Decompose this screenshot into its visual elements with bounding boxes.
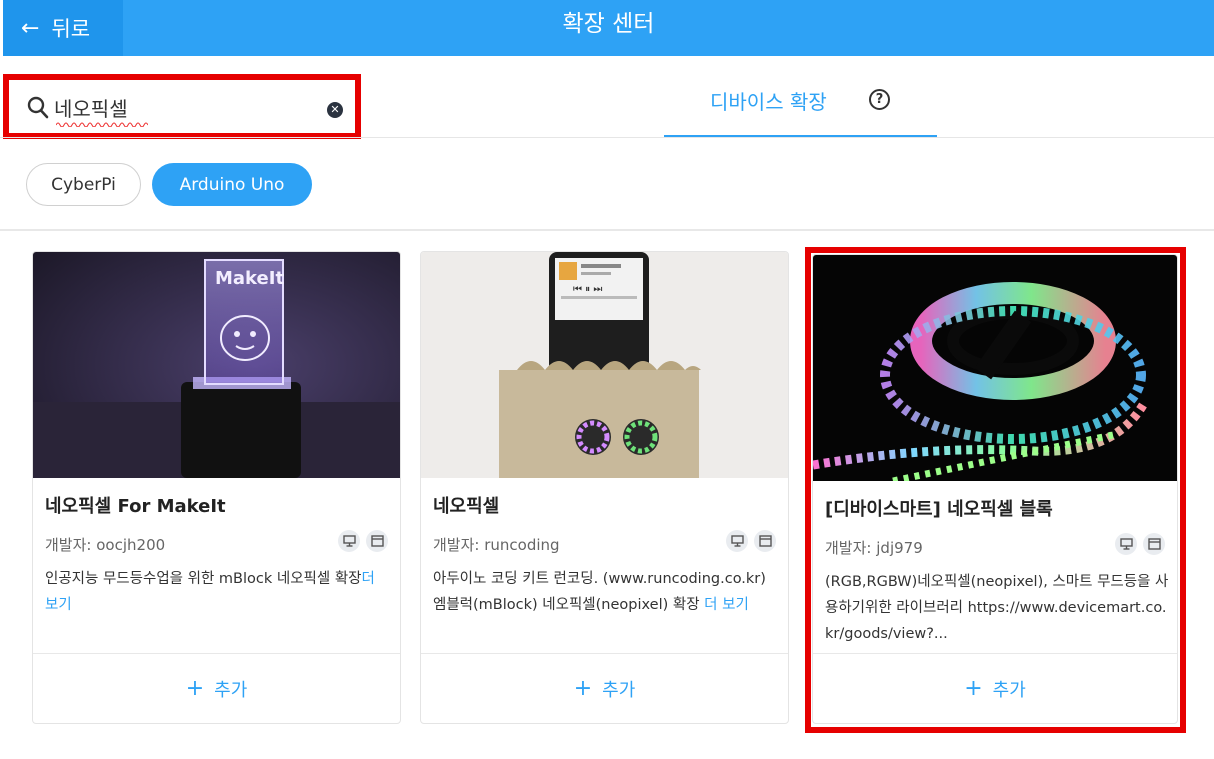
svg-text:MakeIt: MakeIt (215, 268, 284, 289)
tab-device-extensions[interactable]: 디바이스 확장 ? (664, 74, 937, 138)
desktop-icon (1115, 533, 1137, 555)
card-title: [디바이스마트] 네오픽셀 블록 (825, 499, 1053, 520)
search-input[interactable] (54, 90, 304, 124)
header-bar: ← 뒤로 확장 센터 (3, 0, 1214, 56)
page-title: 확장 센터 (562, 11, 655, 37)
search-icon (27, 96, 49, 119)
add-label: 추가 (602, 679, 636, 701)
add-button[interactable]: + 추가 (813, 653, 1177, 723)
back-label: 뒤로 (51, 17, 91, 41)
developer-name: jdj979 (876, 539, 923, 557)
platform-icons (338, 530, 388, 552)
svg-text:⏮ ⏸ ⏭: ⏮ ⏸ ⏭ (573, 284, 602, 295)
card-description: 인공지능 무드등수업을 위한 mBlock 네오픽셀 확장더 보기 (45, 566, 391, 618)
arrow-left-icon: ← (21, 15, 40, 41)
desktop-icon (726, 530, 748, 552)
clear-search-icon[interactable]: ✕ (327, 102, 343, 118)
developer-label: 개발자: (825, 539, 872, 557)
add-button[interactable]: + 추가 (33, 653, 400, 723)
card-description: (RGB,RGBW)네오픽셀(neopixel), 스마트 무드등을 사용하기위… (825, 574, 1169, 642)
more-link[interactable]: 더 보기 (704, 597, 749, 613)
extension-card[interactable]: [디바이스마트] 네오픽셀 블록 개발자: jdj979 (RGB,RGBW)네… (812, 254, 1178, 724)
card-developer: 개발자: oocjh200 (45, 534, 165, 555)
developer-label: 개발자: (433, 536, 480, 554)
add-label: 추가 (214, 679, 248, 701)
extension-card[interactable]: ⏮ ⏸ ⏭ 네오픽셀 개발자: runcoding 아두이노 코딩 키트 런코딩… (420, 251, 789, 724)
spellcheck-underline (56, 122, 148, 127)
card-developer: 개발자: jdj979 (825, 537, 923, 558)
browser-icon (1143, 533, 1165, 555)
help-icon[interactable]: ? (869, 89, 890, 110)
plus-icon: + (185, 676, 205, 701)
back-button[interactable]: ← 뒤로 (3, 0, 123, 56)
developer-name: runcoding (484, 536, 560, 554)
browser-icon (366, 530, 388, 552)
card-image: MakeIt (33, 252, 400, 478)
card-image (813, 255, 1177, 481)
card-title: 네오픽셀 For MakeIt (45, 496, 226, 517)
card-image: ⏮ ⏸ ⏭ (421, 252, 788, 478)
add-label: 추가 (992, 679, 1026, 701)
platform-icons (726, 530, 776, 552)
desktop-icon (338, 530, 360, 552)
plus-icon: + (573, 676, 593, 701)
card-description: 아두이노 코딩 키트 런코딩. (www.runcoding.co.kr) 엠블… (433, 566, 779, 618)
description-text: 인공지능 무드등수업을 위한 mBlock 네오픽셀 확장 (45, 571, 362, 587)
filter-chip-cyberpi[interactable]: CyberPi (26, 163, 141, 206)
plus-icon: + (964, 676, 983, 701)
filter-chip-arduino-uno[interactable]: Arduino Uno (152, 163, 312, 206)
divider (0, 137, 1214, 138)
add-button[interactable]: + 추가 (421, 653, 788, 723)
browser-icon (754, 530, 776, 552)
card-title: 네오픽셀 (433, 496, 500, 517)
card-developer: 개발자: runcoding (433, 534, 560, 555)
divider (0, 229, 1214, 231)
platform-icons (1115, 533, 1165, 555)
tab-label: 디바이스 확장 (710, 90, 827, 114)
search-box: ✕ (3, 74, 361, 139)
developer-name: oocjh200 (96, 536, 166, 554)
extension-card[interactable]: MakeIt 네오픽셀 For MakeIt 개발자: oocjh200 인공지… (32, 251, 401, 724)
developer-label: 개발자: (45, 536, 92, 554)
